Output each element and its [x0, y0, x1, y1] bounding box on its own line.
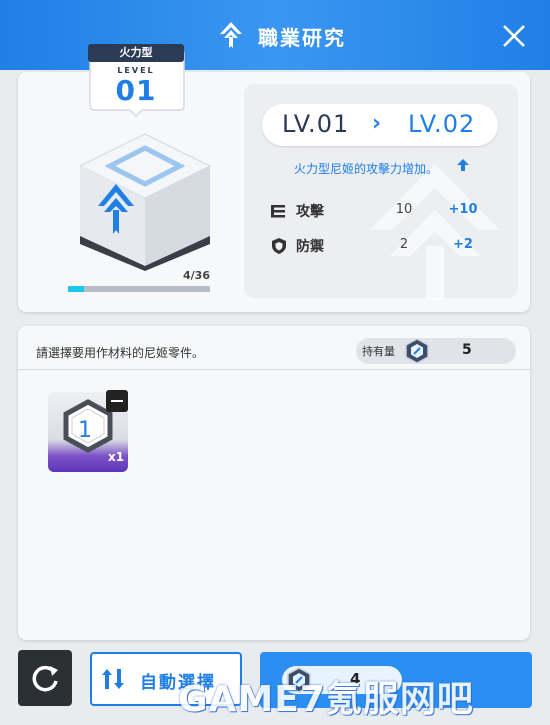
stat-row-attack: 攻擊 10 +10: [270, 200, 500, 222]
stat-name: 防禦: [296, 239, 324, 255]
part-token-icon: [405, 338, 429, 364]
site-watermark: GAME7氪服网吧: [178, 679, 474, 720]
stat-next: +10: [448, 202, 478, 217]
progress-text: 4/36: [183, 269, 210, 282]
held-count: 5: [462, 342, 472, 358]
stat-current: 10: [395, 202, 413, 217]
class-type-label: 火力型: [88, 44, 184, 62]
current-level: 01: [115, 74, 157, 107]
page-title: 職業研究: [258, 26, 346, 50]
part-quantity: x1: [108, 450, 125, 464]
materials-panel: [18, 326, 530, 640]
reset-button[interactable]: [18, 650, 72, 706]
remove-part-button[interactable]: [106, 390, 128, 412]
held-label: 持有量: [362, 345, 395, 358]
stat-next: +2: [453, 237, 473, 252]
emblem-watermark-icon: [370, 164, 500, 300]
progress-fill: [68, 286, 84, 292]
materials-prompt: 請選擇要用作材料的尼姬零件。: [36, 346, 205, 360]
refresh-icon: [32, 665, 58, 692]
level-to: LV.02: [408, 110, 476, 138]
chevron-right-icon: ›: [372, 111, 382, 136]
stat-current: 2: [399, 237, 409, 252]
shield-icon: [272, 238, 286, 254]
research-cube: [78, 133, 212, 271]
part-number: 1: [78, 418, 92, 443]
close-button[interactable]: [500, 22, 528, 50]
progress-bar: [68, 286, 210, 292]
stat-name: 攻擊: [296, 204, 324, 220]
class-emblem-icon: [220, 22, 242, 48]
level-from: LV.01: [282, 110, 350, 138]
sort-arrows-icon: [102, 669, 124, 689]
effect-description: 火力型尼姬的攻擊力增加。: [294, 162, 439, 176]
attack-icon: [271, 205, 285, 218]
arrow-up-icon: [457, 159, 469, 171]
stat-row-defense: 防禦 2 +2: [270, 235, 500, 257]
